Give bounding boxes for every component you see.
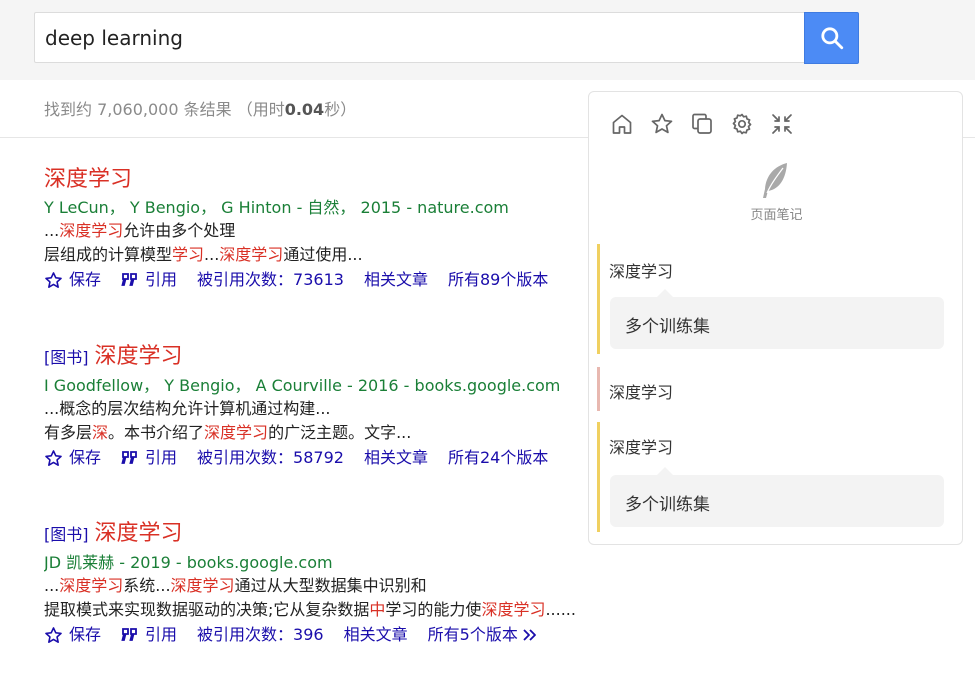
result-title-link[interactable]: 深度学习 [95, 521, 183, 546]
stats-time: 0.04 [284, 100, 325, 119]
search-button[interactable] [804, 12, 859, 64]
cited-by-link[interactable]: 被引用次数： 396 [197, 623, 324, 647]
note-pointer [657, 467, 673, 475]
save-link[interactable]: 保存 [44, 268, 101, 292]
cited-by-link[interactable]: 被引用次数： 73613 [197, 268, 344, 292]
note-title: 深度学习 [609, 438, 674, 457]
settings-button[interactable] [730, 112, 754, 136]
note-title: 深度学习 [609, 262, 674, 281]
star-icon [45, 626, 62, 643]
home-icon [612, 114, 632, 134]
note-item[interactable]: 深度学习 [597, 367, 947, 411]
result-snippet-line: ...概念的层次结构允许计算机通过构建... [44, 399, 331, 418]
quote-icon [121, 451, 137, 464]
favorite-button[interactable] [650, 112, 674, 136]
star-icon [45, 271, 62, 288]
result-actions: 保存 引用 被引用次数： 396 相关文章 所有 5 个版本 [44, 623, 684, 647]
home-button[interactable] [610, 112, 634, 136]
stats-text: 找到约 7,060,000 条结果 （用时 [44, 100, 285, 119]
result-title-link[interactable]: 深度学习 [95, 344, 183, 369]
cite-link[interactable]: 引用 [121, 268, 177, 292]
note-item[interactable]: 深度学习 多个训练集 [597, 422, 947, 532]
result-snippet-line: 提取模式来实现数据驱动的决策;它从复杂数据中学习的能力使深度学习...... [44, 600, 576, 619]
gear-icon [732, 113, 752, 135]
feather-icon [761, 162, 789, 204]
cite-link[interactable]: 引用 [121, 446, 177, 470]
note-item[interactable]: 深度学习 多个训练集 [597, 244, 947, 354]
quote-icon [121, 273, 137, 286]
note-title: 深度学习 [609, 383, 674, 402]
cite-link[interactable]: 引用 [121, 623, 177, 647]
page-notes-panel: 页面笔记 深度学习 多个训练集 深度学习 深度学习 多个训练集 [588, 91, 963, 545]
save-link[interactable]: 保存 [44, 446, 101, 470]
result-snippet-line: 层组成的计算模型学习...深度学习通过使用... [44, 245, 363, 264]
related-articles-link[interactable]: 相关文章 [364, 268, 428, 292]
search-input[interactable] [45, 23, 785, 53]
result-snippet-line: 有多层深。本书介绍了深度学习的广泛主题。文字... [44, 423, 412, 442]
note-highlight-bar [597, 244, 600, 354]
note-highlight-bar [597, 422, 600, 532]
note-pointer [657, 289, 673, 297]
result-type-tag: [图书] [44, 525, 89, 544]
result-item: [图书] 深度学习 I Goodfellow， Y Bengio， A Courv… [44, 342, 604, 470]
all-versions-link[interactable]: 所有 89 个版本 [448, 268, 548, 292]
result-title-link[interactable]: 深度学习 [44, 167, 132, 192]
copy-icon [692, 113, 712, 134]
result-authors[interactable]: Y LeCun， Y Bengio， G Hinton - 自然， 2015 -… [44, 197, 604, 219]
save-link[interactable]: 保存 [44, 623, 101, 647]
page-notes-label: 页面笔记 [750, 208, 803, 223]
star-icon [45, 449, 62, 466]
result-item: 深度学习 Y LeCun， Y Bengio， G Hinton - 自然， 2… [44, 165, 604, 292]
related-articles-link[interactable]: 相关文章 [364, 446, 428, 470]
note-body: 多个训练集 [610, 475, 944, 527]
collapse-button[interactable] [770, 112, 794, 136]
collapse-icon [772, 114, 792, 134]
stats-suffix: 秒） [324, 100, 357, 119]
result-authors[interactable]: JD 凯莱赫 - 2019 - books.google.com [44, 552, 684, 574]
search-box [34, 12, 804, 63]
result-type-tag: [图书] [44, 348, 89, 367]
result-snippet-line: ...深度学习允许由多个处理 [44, 221, 236, 240]
cited-by-link[interactable]: 被引用次数： 58792 [197, 446, 344, 470]
note-body: 多个训练集 [610, 297, 944, 349]
search-icon [820, 27, 843, 50]
related-articles-link[interactable]: 相关文章 [344, 623, 408, 647]
result-snippet-line: ...深度学习系统...深度学习通过从大型数据集中识别和 [44, 576, 427, 595]
all-versions-link[interactable]: 所有 24 个版本 [448, 446, 548, 470]
quote-icon [121, 628, 137, 641]
result-authors[interactable]: I Goodfellow， Y Bengio， A Courville - 20… [44, 375, 604, 397]
copy-button[interactable] [690, 112, 714, 136]
result-actions: 保存 引用 被引用次数： 73613 相关文章 所有 89 个版本 [44, 268, 604, 292]
result-actions: 保存 引用 被引用次数： 58792 相关文章 所有 24 个版本 [44, 446, 604, 470]
chevrons-right-icon [523, 629, 536, 641]
star-icon [651, 113, 673, 134]
result-stats: 找到约 7,060,000 条结果 （用时0.04秒） [44, 96, 356, 120]
note-highlight-bar [597, 367, 600, 411]
all-versions-link[interactable]: 所有 5 个版本 [428, 623, 546, 647]
